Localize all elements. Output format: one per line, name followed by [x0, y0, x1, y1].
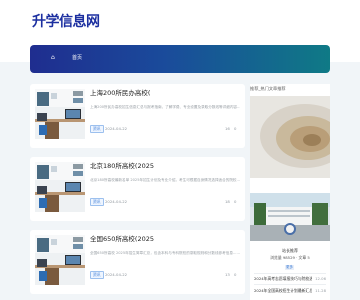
comment-count: 0 — [234, 199, 237, 204]
publish-date: 2024-04-22 — [105, 199, 128, 204]
article-title[interactable]: 北京180所高校(2025 — [90, 162, 154, 171]
nav-item-home[interactable]: 首页 — [72, 54, 82, 62]
article-thumbnail[interactable] — [35, 235, 85, 285]
article-thumbnail[interactable] — [35, 162, 85, 212]
article-card[interactable]: 上海200所民办高校( 上海200所民办高校招生信息汇总与报考指南，了解学费、专… — [30, 84, 245, 148]
more-button[interactable]: 更多 — [285, 265, 294, 270]
article-card[interactable]: 全国650所高校(2025 全国650所高校 2025年招生简章汇总，包含本科与… — [30, 230, 245, 294]
sidebar-title: 推荐_热门文章推荐 — [250, 86, 286, 91]
list-item[interactable]: 2024年全国高校招生计划最新汇总发布 11.28 — [254, 287, 326, 294]
comment-count: 0 — [234, 126, 237, 131]
author-stats: 浏览量 98529 · 文章 5 — [270, 255, 310, 260]
category-tag[interactable]: 资讯 — [90, 271, 104, 279]
site-logo[interactable]: 升学信息网 — [32, 12, 100, 32]
publish-date: 2024-04-22 — [105, 126, 128, 131]
list-item-date: 12.06 — [315, 276, 326, 281]
article-title[interactable]: 上海200所民办高校( — [90, 89, 150, 98]
sidebar-banner-image[interactable] — [250, 96, 330, 178]
divider — [254, 273, 326, 274]
list-item[interactable]: 2024年高考志愿填报技巧与院校选择指南 12.06 — [254, 275, 326, 282]
sidebar-campus-image[interactable] — [250, 193, 330, 241]
author-name[interactable]: 站长推荐 — [250, 248, 330, 254]
category-tag[interactable]: 资讯 — [90, 198, 104, 206]
publish-date: 2024-04-22 — [105, 272, 128, 277]
view-count: 16 — [225, 126, 230, 131]
category-tag[interactable]: 资讯 — [90, 125, 104, 133]
list-item-date: 11.28 — [315, 288, 326, 293]
list-item-title[interactable]: 2024年全国高校招生计划最新汇总发布 — [254, 287, 312, 294]
divider — [254, 284, 326, 285]
home-icon[interactable]: ⌂ — [51, 54, 55, 62]
article-excerpt: 全国650所高校 2025年招生简章汇总，包含本科与专科院校的录取规则和分数线参… — [90, 251, 240, 255]
main-nav: ⌂ 首页 — [30, 45, 330, 73]
article-thumbnail[interactable] — [35, 89, 85, 139]
article-excerpt: 北京180所高校最新名单 2025年招生计划及专业介绍，考生可根据自身情况选择适… — [90, 178, 240, 182]
article-card[interactable]: 北京180所高校(2025 北京180所高校最新名单 2025年招生计划及专业介… — [30, 157, 245, 221]
view-count: 18 — [225, 199, 230, 204]
article-title[interactable]: 全国650所高校(2025 — [90, 235, 154, 244]
article-excerpt: 上海200所民办高校招生信息汇总与报考指南，了解学费、专业设置及录取分数线等详细… — [90, 105, 240, 109]
view-count: 13 — [225, 272, 230, 277]
list-item-title[interactable]: 2024年高考志愿填报技巧与院校选择指南 — [254, 275, 312, 282]
comment-count: 0 — [234, 272, 237, 277]
